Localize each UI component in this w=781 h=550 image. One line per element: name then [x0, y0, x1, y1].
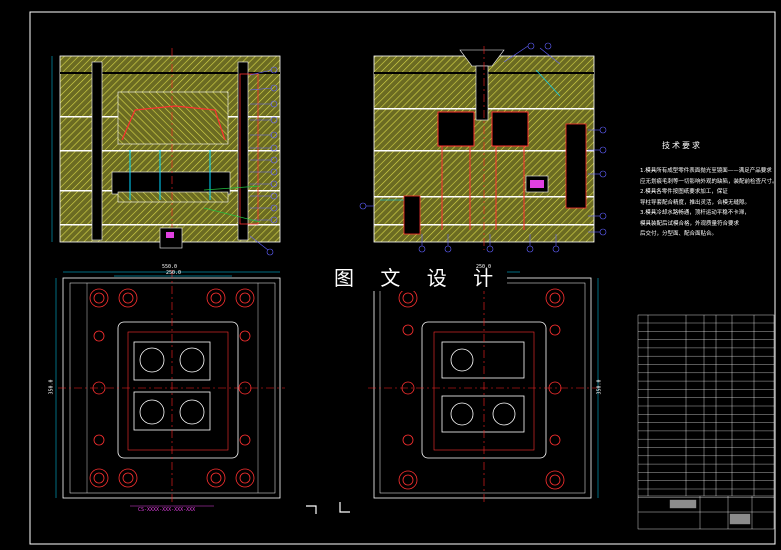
tech-note-line: 2.模具各零件按图纸要求加工，保证 [640, 189, 728, 195]
technical-requirements-title: 技术要求 [662, 141, 702, 150]
section-view-right [359, 42, 607, 253]
plan-view-right [368, 270, 599, 505]
dim-right-height: 350.0 [596, 379, 603, 395]
tech-note-line: 导柱导套配合精度，推出灵活，合模无缝隙。 [640, 199, 751, 206]
tech-note-line: 3.模具冷却水路畅通，顶杆运动平稳不卡滞， [640, 210, 750, 216]
tech-note-line: 1.模具所有成型零件表面抛光至镜面——满足产品要求 [640, 168, 772, 174]
tech-note-line: 模具装配后试模合格，外观质量符合要求 [640, 220, 740, 227]
dim-right-top-width: 250.0 [476, 264, 492, 270]
section-view-left [51, 48, 281, 256]
tech-note-line: 应无划痕毛刺等一切影响外观的缺陷，装配前检查尺寸。 [640, 178, 775, 185]
parts-list-table [637, 314, 775, 530]
tech-note-line: 后交付，分型面、配合面贴合。 [640, 231, 718, 237]
plan-view-left [55, 270, 285, 507]
part-code-label: CS-XXXX-XXX-XXX-XXX [138, 507, 196, 513]
view-marks [306, 502, 350, 514]
dim-left-height: 350.0 [48, 379, 55, 395]
technical-requirements-notes: 1.模具所有成型零件表面抛光至镜面——满足产品要求 应无划痕毛刺等一切影响外观的… [640, 166, 775, 240]
title-block [638, 495, 774, 529]
parts-list-rows [638, 322, 774, 498]
dim-top-inner-width: 250.0 [166, 270, 182, 276]
